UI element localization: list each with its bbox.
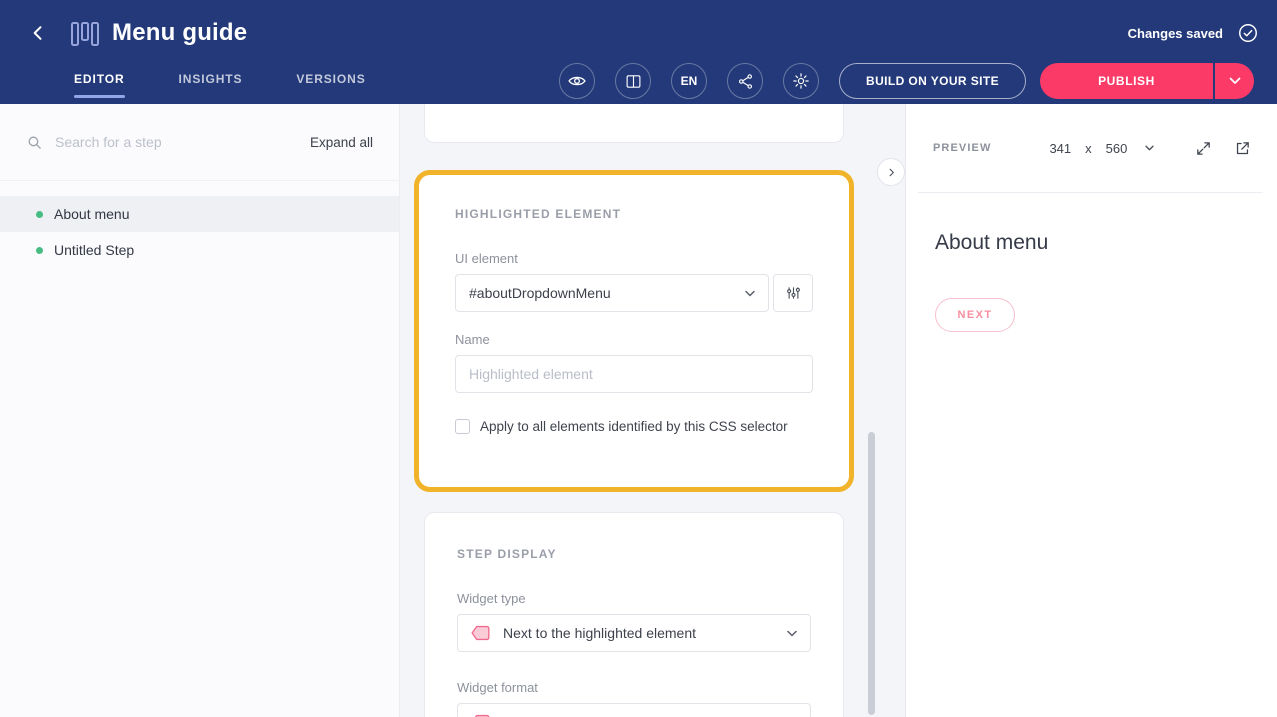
build-on-your-site-button[interactable]: BUILD ON YOUR SITE <box>839 63 1026 99</box>
chevron-down-icon <box>745 290 755 297</box>
tooltip-widget-icon <box>471 625 490 641</box>
editor-tabs: EDITOR INSIGHTS VERSIONS <box>74 72 366 98</box>
tab-versions[interactable]: VERSIONS <box>296 72 365 98</box>
ui-element-select[interactable]: #aboutDropdownMenu <box>455 274 769 312</box>
open-in-new-window-button[interactable] <box>1234 140 1251 157</box>
preview-body: About menu NEXT <box>906 231 1277 332</box>
split-columns-icon <box>625 73 642 90</box>
widget-format-select[interactable] <box>457 703 811 717</box>
language-button[interactable]: EN <box>671 63 707 99</box>
layout-button[interactable] <box>615 63 651 99</box>
language-label: EN <box>681 74 698 88</box>
preview-eye-button[interactable] <box>559 63 595 99</box>
sliders-icon <box>786 285 801 301</box>
page-title: Menu guide <box>112 19 247 47</box>
sidebar-item-untitled-step[interactable]: Untitled Step <box>0 232 399 268</box>
apply-all-label: Apply to all elements identified by this… <box>480 419 788 434</box>
expand-all-link[interactable]: Expand all <box>310 135 373 150</box>
expand-arrows-icon <box>1195 140 1212 157</box>
settings-button[interactable] <box>783 63 819 99</box>
external-link-icon <box>1234 140 1251 157</box>
gear-icon <box>792 72 810 90</box>
preview-toolbar <box>1195 140 1251 157</box>
check-circle-icon <box>1237 22 1259 44</box>
chevron-down-icon <box>1145 145 1154 151</box>
step-status-dot <box>36 247 43 254</box>
widget-type-label: Widget type <box>457 591 811 606</box>
sidebar-item-about-menu[interactable]: About menu <box>0 196 399 232</box>
chevron-left-icon <box>28 23 48 43</box>
element-name-input[interactable] <box>455 355 813 393</box>
widget-type-value: Next to the highlighted element <box>503 625 696 641</box>
name-label: Name <box>455 332 813 347</box>
apply-all-row: Apply to all elements identified by this… <box>455 419 813 434</box>
expand-preview-button[interactable] <box>1195 140 1212 157</box>
share-button[interactable] <box>727 63 763 99</box>
step-list: About menu Untitled Step <box>0 196 399 268</box>
preview-panel: PREVIEW 341 x 560 <box>905 104 1277 717</box>
search-step-input[interactable] <box>55 134 310 150</box>
preview-title: PREVIEW <box>933 142 991 154</box>
share-icon <box>737 73 754 90</box>
apply-all-checkbox[interactable] <box>455 419 470 434</box>
publish-dropdown-button[interactable] <box>1215 63 1254 99</box>
chevron-right-icon <box>886 167 897 178</box>
preview-height-value: 560 <box>1106 141 1128 156</box>
chevron-down-icon <box>1229 77 1241 85</box>
preview-header: PREVIEW 341 x 560 <box>918 104 1263 193</box>
eye-icon <box>567 71 587 91</box>
widget-type-select[interactable]: Next to the highlighted element <box>457 614 811 652</box>
ui-element-label: UI element <box>455 251 813 266</box>
card-previous-partial <box>424 104 844 143</box>
step-label: Untitled Step <box>54 242 134 258</box>
guide-logo-icon <box>70 20 102 47</box>
preview-size-dropdown[interactable]: 341 x 560 <box>1049 141 1154 156</box>
chevron-down-icon <box>787 630 797 637</box>
section-title: HIGHLIGHTED ELEMENT <box>455 207 813 221</box>
preview-width-value: 341 <box>1049 141 1071 156</box>
search-icon <box>26 134 43 151</box>
back-button[interactable] <box>24 19 52 47</box>
editor-scrollbar-thumb[interactable] <box>868 432 875 715</box>
element-picker-button[interactable] <box>773 274 813 312</box>
preview-next-button[interactable]: NEXT <box>935 298 1015 332</box>
publish-button[interactable]: PUBLISH <box>1040 63 1213 99</box>
editor-panel: HIGHLIGHTED ELEMENT UI element #aboutDro… <box>400 104 905 717</box>
step-status-dot <box>36 211 43 218</box>
widget-format-label: Widget format <box>457 680 811 695</box>
step-search-row: Expand all <box>0 104 399 181</box>
ui-element-row: #aboutDropdownMenu <box>455 274 813 312</box>
steps-sidebar: Expand all About menu Untitled Step <box>0 104 400 717</box>
collapse-preview-button[interactable] <box>877 158 905 186</box>
ui-element-value: #aboutDropdownMenu <box>469 285 611 301</box>
dimension-separator: x <box>1085 141 1092 156</box>
tab-editor[interactable]: EDITOR <box>74 72 125 98</box>
header-actions: EN <box>559 63 819 99</box>
tab-insights[interactable]: INSIGHTS <box>179 72 243 98</box>
step-display-card: STEP DISPLAY Widget type Next to the hig… <box>424 512 844 717</box>
preview-step-heading: About menu <box>935 231 1277 255</box>
app-window: Menu guide Changes saved EDITOR INSIGHTS… <box>0 0 1277 717</box>
step-label: About menu <box>54 206 130 222</box>
top-header: Menu guide Changes saved EDITOR INSIGHTS… <box>0 0 1277 104</box>
highlighted-element-card: HIGHLIGHTED ELEMENT UI element #aboutDro… <box>414 170 854 492</box>
section-title: STEP DISPLAY <box>457 547 811 561</box>
changes-saved-status: Changes saved <box>1128 26 1223 41</box>
